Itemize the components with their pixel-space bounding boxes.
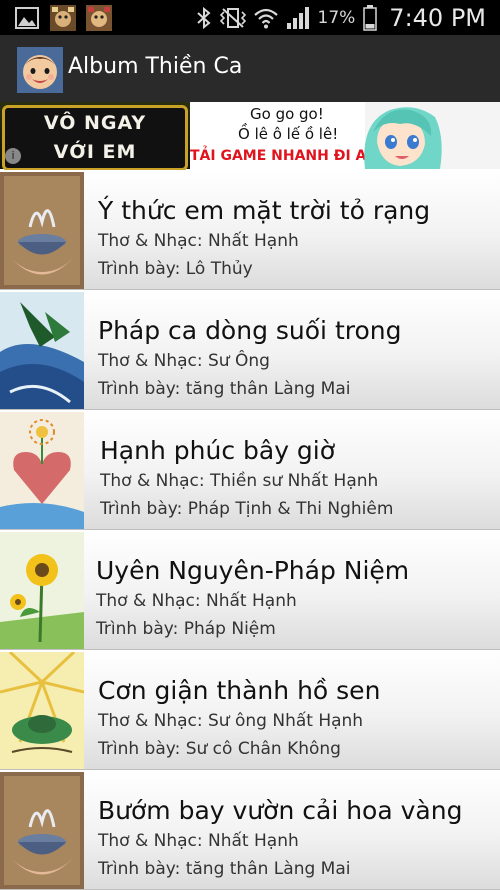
system-status: 17% 7:40 PM <box>196 4 486 32</box>
song-author: Thơ & Nhạc: Nhất Hạnh <box>98 831 299 851</box>
notification-area <box>14 5 112 31</box>
battery-percent: 17% <box>317 8 356 28</box>
song-title: Cơn giận thành hồ sen <box>98 676 381 705</box>
song-author: Thơ & Nhạc: Thiền sư Nhất Hạnh <box>100 471 379 491</box>
vibrate-icon <box>219 8 246 28</box>
clock: 7:40 PM <box>389 4 486 32</box>
song-performer: Trình bày: tăng thân Làng Mai <box>98 379 351 399</box>
song-performer: Trình bày: Pháp Tịnh & Thi Nghiêm <box>100 499 394 519</box>
song-title: Ý thức em mặt trời tỏ rạng <box>98 196 431 225</box>
lotus-painting-icon <box>0 652 84 769</box>
ad-plaque-line1: VÔ NGAY <box>43 112 147 134</box>
ad-banner[interactable]: VÔ NGAY VỚI EM i Go go go! Ồ lê ô lế ồ l… <box>0 102 500 171</box>
bowl-painting-icon <box>0 772 84 889</box>
song-performer: Trình bày: Sư cô Chân Không <box>98 739 341 759</box>
song-title: Hạnh phúc bây giờ <box>100 436 336 465</box>
song-title: Pháp ca dòng suối trong <box>98 316 402 345</box>
sunflower-painting-icon <box>0 532 84 649</box>
leaf-water-painting-icon <box>0 292 84 409</box>
baby-app-icon[interactable] <box>17 47 63 93</box>
signal-icon <box>286 7 309 29</box>
song-author: Thơ & Nhạc: Sư ông Nhất Hạnh <box>98 711 364 731</box>
song-performer: Trình bày: tăng thân Làng Mai <box>98 859 351 879</box>
ad-line1: Go go go! <box>250 105 324 123</box>
app-title: Album Thiền Ca <box>68 54 243 79</box>
list-item[interactable]: Hạnh phúc bây giờ Thơ & Nhạc: Thiền sư N… <box>0 410 500 530</box>
song-performer: Trình bày: Pháp Niệm <box>96 619 276 639</box>
list-item[interactable]: Cơn giận thành hồ sen Thơ & Nhạc: Sư ông… <box>0 650 500 770</box>
wifi-icon <box>253 8 278 29</box>
ad-line2: Ồ lê ô lế ồ lê! <box>238 125 339 143</box>
bluetooth-icon <box>196 6 211 30</box>
song-author: Thơ & Nhạc: Nhất Hạnh <box>96 591 297 611</box>
ad-left-panel: VÔ NGAY VỚI EM i <box>0 102 190 171</box>
gallery-notification-icon <box>15 7 39 29</box>
list-item[interactable]: Pháp ca dòng suối trong Thơ & Nhạc: Sư Ô… <box>0 290 500 410</box>
song-performer: Trình bày: Lô Thủy <box>98 259 253 279</box>
anime-girl-icon <box>364 107 442 169</box>
ad-plaque-line2: VỚI EM <box>53 141 137 163</box>
action-bar: Album Thiền Ca <box>0 35 500 102</box>
heart-flower-painting-icon <box>0 412 84 529</box>
game-notification-icon <box>86 5 112 31</box>
song-title: Uyên Nguyên-Pháp Niệm <box>96 556 410 585</box>
bowl-painting-icon <box>0 172 84 289</box>
info-icon[interactable]: i <box>5 148 21 164</box>
ad-plaque: VÔ NGAY VỚI EM <box>2 105 188 171</box>
list-item[interactable]: Uyên Nguyên-Pháp Niệm Thơ & Nhạc: Nhất H… <box>0 530 500 650</box>
song-author: Thơ & Nhạc: Sư Ông <box>98 351 270 371</box>
game-notification-icon <box>50 5 76 31</box>
status-bar: 17% 7:40 PM <box>0 0 500 35</box>
list-item[interactable]: Bướm bay vườn cải hoa vàng Thơ & Nhạc: N… <box>0 770 500 890</box>
song-author: Thơ & Nhạc: Nhất Hạnh <box>98 231 299 251</box>
list-item[interactable]: Ý thức em mặt trời tỏ rạng Thơ & Nhạc: N… <box>0 170 500 290</box>
song-title: Bướm bay vườn cải hoa vàng <box>98 796 463 825</box>
battery-icon <box>363 5 378 31</box>
